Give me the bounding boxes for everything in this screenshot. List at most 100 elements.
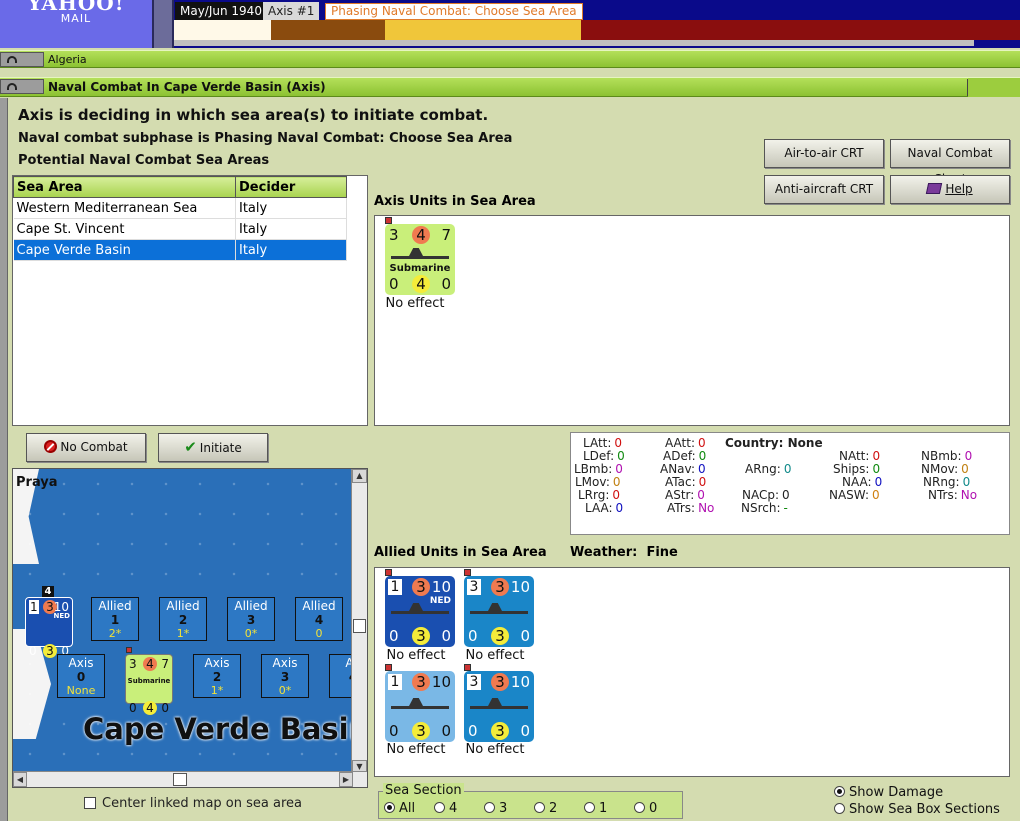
help-button[interactable]: Help <box>890 175 1010 204</box>
unit-defense: 3 <box>412 673 430 691</box>
anti-aircraft-crt-label: Anti-aircraft CRT <box>774 182 874 196</box>
table-row[interactable]: Western Mediterranean Sea Italy <box>13 197 347 219</box>
radio-icon[interactable] <box>484 802 495 813</box>
stat-natt: NAtt: 0 <box>839 449 881 463</box>
allied-units-title: Allied Units in Sea Area <box>374 545 547 560</box>
potential-areas-label: Potential Naval Combat Sea Areas <box>18 153 270 168</box>
axis-sea-box-0[interactable]: Axis 0 None <box>57 654 105 698</box>
allied-ship-unit-counter[interactable]: 3 3 10 030 <box>464 576 534 647</box>
allied-sea-box-3[interactable]: Allied 3 0* <box>227 597 275 641</box>
unit-defense: 3 <box>412 578 430 596</box>
turn-label: Axis #1 <box>263 2 320 20</box>
radio-icon[interactable] <box>384 802 395 813</box>
stat-atrs: ATrs: No <box>667 501 715 515</box>
unit-effect-label: No effect <box>385 296 445 311</box>
scroll-left-icon[interactable]: ◀ <box>13 772 27 787</box>
stat-adef: ADef: 0 <box>663 449 707 463</box>
sea-section-option-all[interactable]: All <box>384 801 415 816</box>
show-damage-option[interactable]: Show Damage <box>834 785 943 800</box>
checkbox-box[interactable] <box>84 797 96 809</box>
warship-icon <box>391 696 449 718</box>
unit-move: 10 <box>510 673 530 691</box>
radio-icon[interactable] <box>434 802 445 813</box>
map-ship-counter[interactable]: 1 3 10 NED 030 <box>25 597 73 658</box>
warship-icon <box>470 601 528 623</box>
stat-lmov: LMov: 0 <box>575 475 621 489</box>
allied-ship-unit-counter[interactable]: 1 3 10 NED 030 <box>385 576 455 647</box>
sea-section-label: Sea Section <box>383 783 464 798</box>
allied-units-panel[interactable]: 1 3 10 NED 030 No effect 3 3 10 030 No eff… <box>374 567 1010 777</box>
allied-sea-box-2[interactable]: Allied 2 1* <box>159 597 207 641</box>
table-row-selected[interactable]: Cape Verde Basin Italy <box>13 239 347 261</box>
scroll-right-icon[interactable]: ▶ <box>339 772 353 787</box>
box-side: Axis <box>68 656 94 670</box>
box-side: Allied <box>234 599 268 613</box>
unit-marker-icon <box>464 664 471 671</box>
unit-move: 7 <box>441 226 451 244</box>
initiate-combat-button[interactable]: ✔Initiate Combat <box>158 433 268 481</box>
table-row[interactable]: Cape St. Vincent Italy <box>13 218 347 240</box>
sea-area-map[interactable]: Praya 4 1 3 10 NED 030 Allied 1 2* Allied 2 1*… <box>12 468 368 788</box>
stat-lbmb: LBmb: 0 <box>574 462 623 476</box>
stat-astr: AStr: 0 <box>665 488 705 502</box>
axis-units-panel[interactable]: 3 4 7 Submarine 0 4 0 No effect <box>374 215 1010 426</box>
sea-area-table[interactable]: Sea Area Decider Western Mediterranean S… <box>12 175 368 426</box>
anti-aircraft-crt-button[interactable]: Anti-aircraft CRT <box>764 175 884 204</box>
stat-ldef: LDef: 0 <box>583 449 625 463</box>
sea-section-option-4[interactable]: 4 <box>434 801 457 816</box>
box-number: 1 <box>110 613 120 627</box>
vertical-scroll-thumb[interactable] <box>353 619 366 633</box>
radio-icon[interactable] <box>834 786 845 797</box>
submarine-unit-counter[interactable]: 3 4 7 Submarine 0 4 0 <box>385 224 455 295</box>
axis-sea-box-2[interactable]: Axis 2 1* <box>193 654 241 698</box>
place-label-praya: Praya <box>16 475 58 490</box>
no-combat-button[interactable]: No Combat <box>26 433 146 462</box>
allied-ship-unit-counter[interactable]: 3 3 10 030 <box>464 671 534 742</box>
stat-country: Country: None <box>725 436 823 450</box>
unit-marker-icon <box>126 647 132 653</box>
sea-area-cell: Cape Verde Basin <box>13 239 236 261</box>
sea-section-option-2[interactable]: 2 <box>534 801 557 816</box>
air-to-air-crt-button[interactable]: Air-to-air CRT <box>764 139 884 168</box>
collapse-button[interactable] <box>0 79 44 94</box>
radio-icon[interactable] <box>834 803 845 814</box>
unit-marker-icon <box>385 664 392 671</box>
sea-section-option-1[interactable]: 1 <box>584 801 607 816</box>
axis-sea-box-3[interactable]: Axis 3 0* <box>261 654 309 698</box>
stat-ntrs: NTrs: No <box>928 488 978 502</box>
box-number: 2 <box>212 670 222 684</box>
column-header-sea-area[interactable]: Sea Area <box>13 176 236 198</box>
window-toggle-icon <box>7 83 17 90</box>
turn-band-3 <box>385 20 581 40</box>
collapse-button[interactable] <box>0 52 44 67</box>
horizontal-scroll-thumb[interactable] <box>173 773 187 786</box>
map-submarine-counter[interactable]: 347 Submarine 040 <box>125 654 173 715</box>
yahoo-mail-logo[interactable]: YAHOO! MAIL <box>0 0 152 48</box>
unit-aa: 0 <box>389 722 399 740</box>
sea-section-group: Sea Section All 4 3 2 1 0 <box>378 783 683 819</box>
box-side: Axis <box>272 656 298 670</box>
show-sea-box-sections-label: Show Sea Box Sections <box>849 802 1000 817</box>
unit-extra: 0 <box>520 627 530 645</box>
allied-ship-unit-counter[interactable]: 1 3 10 030 <box>385 671 455 742</box>
box-value: 0* <box>244 627 258 640</box>
sea-section-option-3[interactable]: 3 <box>484 801 507 816</box>
column-header-decider[interactable]: Decider <box>235 176 347 198</box>
sea-section-option-0[interactable]: 0 <box>634 801 657 816</box>
allied-sea-box-1[interactable]: Allied 1 2* <box>91 597 139 641</box>
map-horizontal-scrollbar[interactable]: ◀ ▶ <box>13 771 367 787</box>
stat-atac: ATac: 0 <box>665 475 707 489</box>
naval-combat-titlebar[interactable]: Naval Combat In Cape Verde Basin (Axis) <box>0 77 1020 97</box>
radio-icon[interactable] <box>534 802 545 813</box>
radio-icon[interactable] <box>584 802 595 813</box>
stat-aatt: AAtt: 0 <box>665 436 706 450</box>
algeria-titlebar[interactable]: Algeria <box>0 50 1020 68</box>
show-sea-box-sections-option[interactable]: Show Sea Box Sections <box>834 802 1000 817</box>
radio-icon[interactable] <box>634 802 645 813</box>
scroll-up-icon[interactable]: ▲ <box>352 469 367 483</box>
box-number: 4 <box>314 613 324 627</box>
map-vertical-scrollbar[interactable]: ▲ ▼ <box>351 469 367 774</box>
center-map-checkbox[interactable]: Center linked map on sea area <box>84 796 302 811</box>
naval-combat-chart-button[interactable]: Naval Combat Chart <box>890 139 1010 186</box>
allied-sea-box-4[interactable]: Allied 4 0 <box>295 597 343 641</box>
